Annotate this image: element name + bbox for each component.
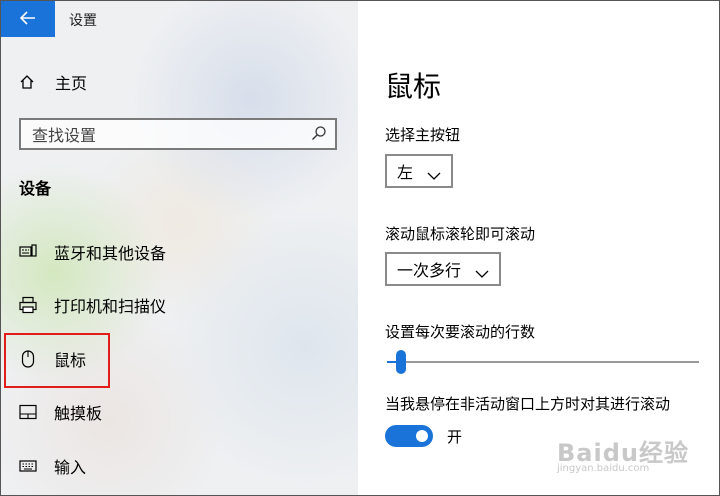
search-placeholder: 查找设置 <box>32 126 97 145</box>
back-arrow-icon <box>19 10 36 29</box>
scroll-wheel-value: 一次多行 <box>397 261 462 280</box>
window-title: 设置 <box>69 13 97 29</box>
sidebar: 设置 主页 查找设置 设备 蓝牙和其他设备 打印机和扫描仪 鼠标 触摸板 输入 <box>1 1 358 495</box>
chevron-down-icon <box>427 166 441 180</box>
lines-to-scroll-slider[interactable] <box>387 350 699 374</box>
home-icon <box>19 74 35 90</box>
page-title: 鼠标 <box>385 70 442 103</box>
primary-button-value: 左 <box>397 163 414 182</box>
sidebar-item-label: 输入 <box>54 458 87 477</box>
slider-track <box>387 361 699 363</box>
touchpad-icon <box>19 403 37 421</box>
slider-thumb[interactable] <box>396 350 406 374</box>
inactive-scroll-toggle[interactable] <box>385 425 433 447</box>
sidebar-item-printers[interactable]: 打印机和扫描仪 <box>19 291 166 319</box>
bluetooth-devices-icon <box>19 243 37 261</box>
primary-button-label: 选择主按钮 <box>385 126 461 144</box>
nav-home[interactable]: 主页 <box>19 69 87 95</box>
lines-to-scroll-label: 设置每次要滚动的行数 <box>385 323 536 341</box>
search-icon[interactable] <box>311 125 327 141</box>
section-title: 设备 <box>19 179 52 198</box>
sidebar-item-typing[interactable]: 输入 <box>19 452 86 480</box>
selection-highlight-box <box>4 333 110 388</box>
scroll-wheel-label: 滚动鼠标滚轮即可滚动 <box>385 225 536 243</box>
main-content: 鼠标 选择主按钮 左 滚动鼠标滚轮即可滚动 一次多行 设置每次要滚动的行数 当我… <box>359 1 719 495</box>
keyboard-icon <box>19 457 37 475</box>
sidebar-item-touchpad[interactable]: 触摸板 <box>19 398 102 426</box>
slider-fill <box>387 361 396 363</box>
nav-home-label: 主页 <box>55 74 88 93</box>
primary-button-dropdown[interactable]: 左 <box>385 154 454 188</box>
chevron-down-icon <box>475 264 489 278</box>
toggle-knob <box>416 430 428 442</box>
inactive-scroll-state: 开 <box>447 428 463 446</box>
watermark-url: jingyan.baidu.com <box>557 463 650 474</box>
printer-icon <box>19 296 37 314</box>
sidebar-item-label: 触摸板 <box>54 404 103 423</box>
search-input[interactable]: 查找设置 <box>19 118 337 150</box>
sidebar-item-label: 蓝牙和其他设备 <box>54 244 167 263</box>
inactive-scroll-label: 当我悬停在非活动窗口上方时对其进行滚动 <box>385 395 671 413</box>
settings-window: 设置 主页 查找设置 设备 蓝牙和其他设备 打印机和扫描仪 鼠标 触摸板 输入 … <box>0 0 720 496</box>
baidu-watermark: Baidu经验 jingyan.baidu.com <box>557 433 689 474</box>
scroll-wheel-dropdown[interactable]: 一次多行 <box>385 252 502 286</box>
sidebar-item-bluetooth[interactable]: 蓝牙和其他设备 <box>19 238 166 266</box>
back-button[interactable] <box>1 1 55 37</box>
sidebar-item-label: 打印机和扫描仪 <box>54 297 167 316</box>
